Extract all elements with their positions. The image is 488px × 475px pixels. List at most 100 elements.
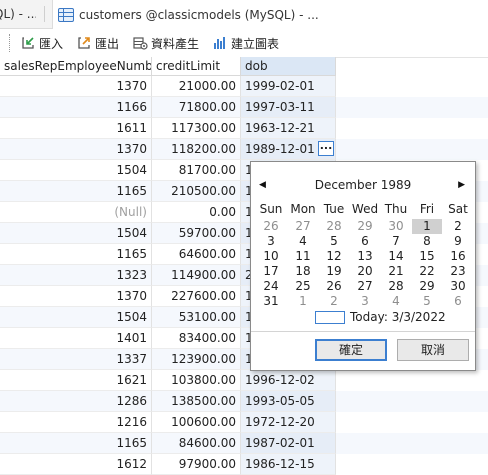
create-chart-button[interactable]: 建立圖表 — [212, 35, 279, 52]
ok-button[interactable]: 確定 — [315, 339, 387, 361]
cell-creditlimit[interactable]: 103800.00 — [152, 370, 241, 391]
calendar-day[interactable]: 1 — [288, 294, 318, 309]
calendar-day[interactable]: 27 — [288, 219, 318, 234]
cell-creditlimit[interactable]: 21000.00 — [152, 76, 241, 97]
cell-creditlimit[interactable]: 210500.00 — [152, 181, 241, 202]
cell-creditlimit[interactable]: 117300.00 — [152, 118, 241, 139]
cell-salesrepemployeenumber[interactable]: 1337 — [0, 349, 152, 370]
cell-salesrepemployeenumber[interactable]: 1166 — [0, 97, 152, 118]
cell-salesrepemployeenumber[interactable]: 1401 — [0, 328, 152, 349]
table-row[interactable]: 1286 138500.00 1993-05-05 — [0, 391, 488, 412]
calendar-day[interactable]: 28 — [319, 219, 349, 234]
column-header-dob[interactable]: dob — [241, 57, 336, 76]
calendar-day[interactable]: 21 — [381, 264, 411, 279]
calendar-day[interactable]: 24 — [256, 279, 286, 294]
cell-salesrepemployeenumber[interactable]: 1370 — [0, 139, 152, 160]
cell-salesrepemployeenumber[interactable]: 1611 — [0, 118, 152, 139]
calendar-day[interactable]: 6 — [443, 294, 473, 309]
tab-previous[interactable]: QL) - ... — [0, 0, 36, 28]
table-row[interactable]: 1611 117300.00 1963-12-21 — [0, 118, 488, 139]
calendar-day[interactable]: 18 — [288, 264, 318, 279]
calendar-day[interactable]: 3 — [350, 294, 380, 309]
calendar-day[interactable]: 9 — [443, 234, 473, 249]
generate-data-button[interactable]: 資料產生 — [132, 35, 199, 52]
cell-salesrepemployeenumber[interactable]: 1216 — [0, 412, 152, 433]
date-edit-button[interactable]: ... — [318, 140, 334, 156]
calendar-day[interactable]: 25 — [288, 279, 318, 294]
cell-dob[interactable]: 1987-02-01 — [241, 433, 336, 454]
cell-dob[interactable]: 1972-12-20 — [241, 412, 336, 433]
calendar-day[interactable]: 8 — [412, 234, 442, 249]
cell-creditlimit[interactable]: 123900.00 — [152, 349, 241, 370]
calendar-day[interactable]: 2 — [319, 294, 349, 309]
cell-salesrepemployeenumber[interactable]: (Null) — [0, 202, 152, 223]
calendar-day[interactable]: 13 — [350, 249, 380, 264]
table-row[interactable]: 1370 118200.00 1989-12-01... — [0, 139, 488, 160]
cell-salesrepemployeenumber[interactable]: 1370 — [0, 286, 152, 307]
cell-creditlimit[interactable]: 118200.00 — [152, 139, 241, 160]
table-row[interactable]: 1612 97900.00 1986-12-15 — [0, 454, 488, 475]
calendar-day[interactable]: 28 — [381, 279, 411, 294]
cell-creditlimit[interactable]: 53100.00 — [152, 307, 241, 328]
table-row[interactable]: 1216 100600.00 1972-12-20 — [0, 412, 488, 433]
cell-salesrepemployeenumber[interactable]: 1165 — [0, 433, 152, 454]
tab-customers[interactable]: customers @classicmodels (MySQL) - ... — [52, 0, 488, 29]
calendar-day[interactable]: 27 — [350, 279, 380, 294]
cell-dob[interactable]: 1996-12-02 — [241, 370, 336, 391]
calendar-day[interactable]: 5 — [319, 234, 349, 249]
cell-creditlimit[interactable]: 97900.00 — [152, 454, 241, 475]
calendar-day[interactable]: 12 — [319, 249, 349, 264]
calendar-day[interactable]: 5 — [412, 294, 442, 309]
cell-creditlimit[interactable]: 227600.00 — [152, 286, 241, 307]
cell-salesrepemployeenumber[interactable]: 1504 — [0, 307, 152, 328]
calendar-day[interactable]: 30 — [443, 279, 473, 294]
cell-salesrepemployeenumber[interactable]: 1504 — [0, 160, 152, 181]
calendar-day[interactable]: 4 — [381, 294, 411, 309]
cell-creditlimit[interactable]: 83400.00 — [152, 328, 241, 349]
calendar-day[interactable]: 10 — [256, 249, 286, 264]
cell-salesrepemployeenumber[interactable]: 1370 — [0, 76, 152, 97]
table-row[interactable]: 1166 71800.00 1997-03-11 — [0, 97, 488, 118]
cell-salesrepemployeenumber[interactable]: 1165 — [0, 181, 152, 202]
calendar-day[interactable]: 19 — [319, 264, 349, 279]
calendar-day[interactable]: 15 — [412, 249, 442, 264]
column-header-salesrepemployeenumber[interactable]: salesRepEmployeeNumber — [0, 57, 152, 76]
cell-creditlimit[interactable]: 114900.00 — [152, 265, 241, 286]
calendar-day[interactable]: 14 — [381, 249, 411, 264]
cell-creditlimit[interactable]: 138500.00 — [152, 391, 241, 412]
calendar-day[interactable]: 6 — [350, 234, 380, 249]
cell-salesrepemployeenumber[interactable]: 1504 — [0, 223, 152, 244]
cell-creditlimit[interactable]: 64600.00 — [152, 244, 241, 265]
cell-salesrepemployeenumber[interactable]: 1323 — [0, 265, 152, 286]
calendar-day[interactable]: 16 — [443, 249, 473, 264]
table-row[interactable]: 1370 21000.00 1999-02-01 — [0, 76, 488, 97]
calendar-day[interactable]: 17 — [256, 264, 286, 279]
cell-dob[interactable]: 1963-12-21 — [241, 118, 336, 139]
today-link[interactable]: Today: 3/3/2022 — [315, 310, 446, 324]
import-button[interactable]: 匯入 — [20, 35, 63, 52]
cell-dob[interactable]: 1997-03-11 — [241, 97, 336, 118]
export-button[interactable]: 匯出 — [76, 35, 119, 52]
calendar-day[interactable]: 29 — [412, 279, 442, 294]
cell-creditlimit[interactable]: 0.00 — [152, 202, 241, 223]
cell-creditlimit[interactable]: 84600.00 — [152, 433, 241, 454]
calendar-day[interactable]: 11 — [288, 249, 318, 264]
cell-salesrepemployeenumber[interactable]: 1286 — [0, 391, 152, 412]
calendar-day[interactable]: 3 — [256, 234, 286, 249]
cell-salesrepemployeenumber[interactable]: 1612 — [0, 454, 152, 475]
column-header-creditlimit[interactable]: creditLimit — [152, 57, 241, 76]
calendar-day[interactable]: 4 — [288, 234, 318, 249]
table-row[interactable]: 1621 103800.00 1996-12-02 — [0, 370, 488, 391]
calendar-day[interactable]: 20 — [350, 264, 380, 279]
calendar-day[interactable]: 29 — [350, 219, 380, 234]
cell-salesrepemployeenumber[interactable]: 1621 — [0, 370, 152, 391]
cell-creditlimit[interactable]: 100600.00 — [152, 412, 241, 433]
table-row[interactable]: 1165 84600.00 1987-02-01 — [0, 433, 488, 454]
calendar-day[interactable]: 23 — [443, 264, 473, 279]
calendar-day[interactable]: 22 — [412, 264, 442, 279]
calendar-day-selected[interactable]: 1 — [412, 219, 442, 234]
cell-creditlimit[interactable]: 81700.00 — [152, 160, 241, 181]
calendar-day[interactable]: 2 — [443, 219, 473, 234]
cell-creditlimit[interactable]: 71800.00 — [152, 97, 241, 118]
calendar-day[interactable]: 7 — [381, 234, 411, 249]
